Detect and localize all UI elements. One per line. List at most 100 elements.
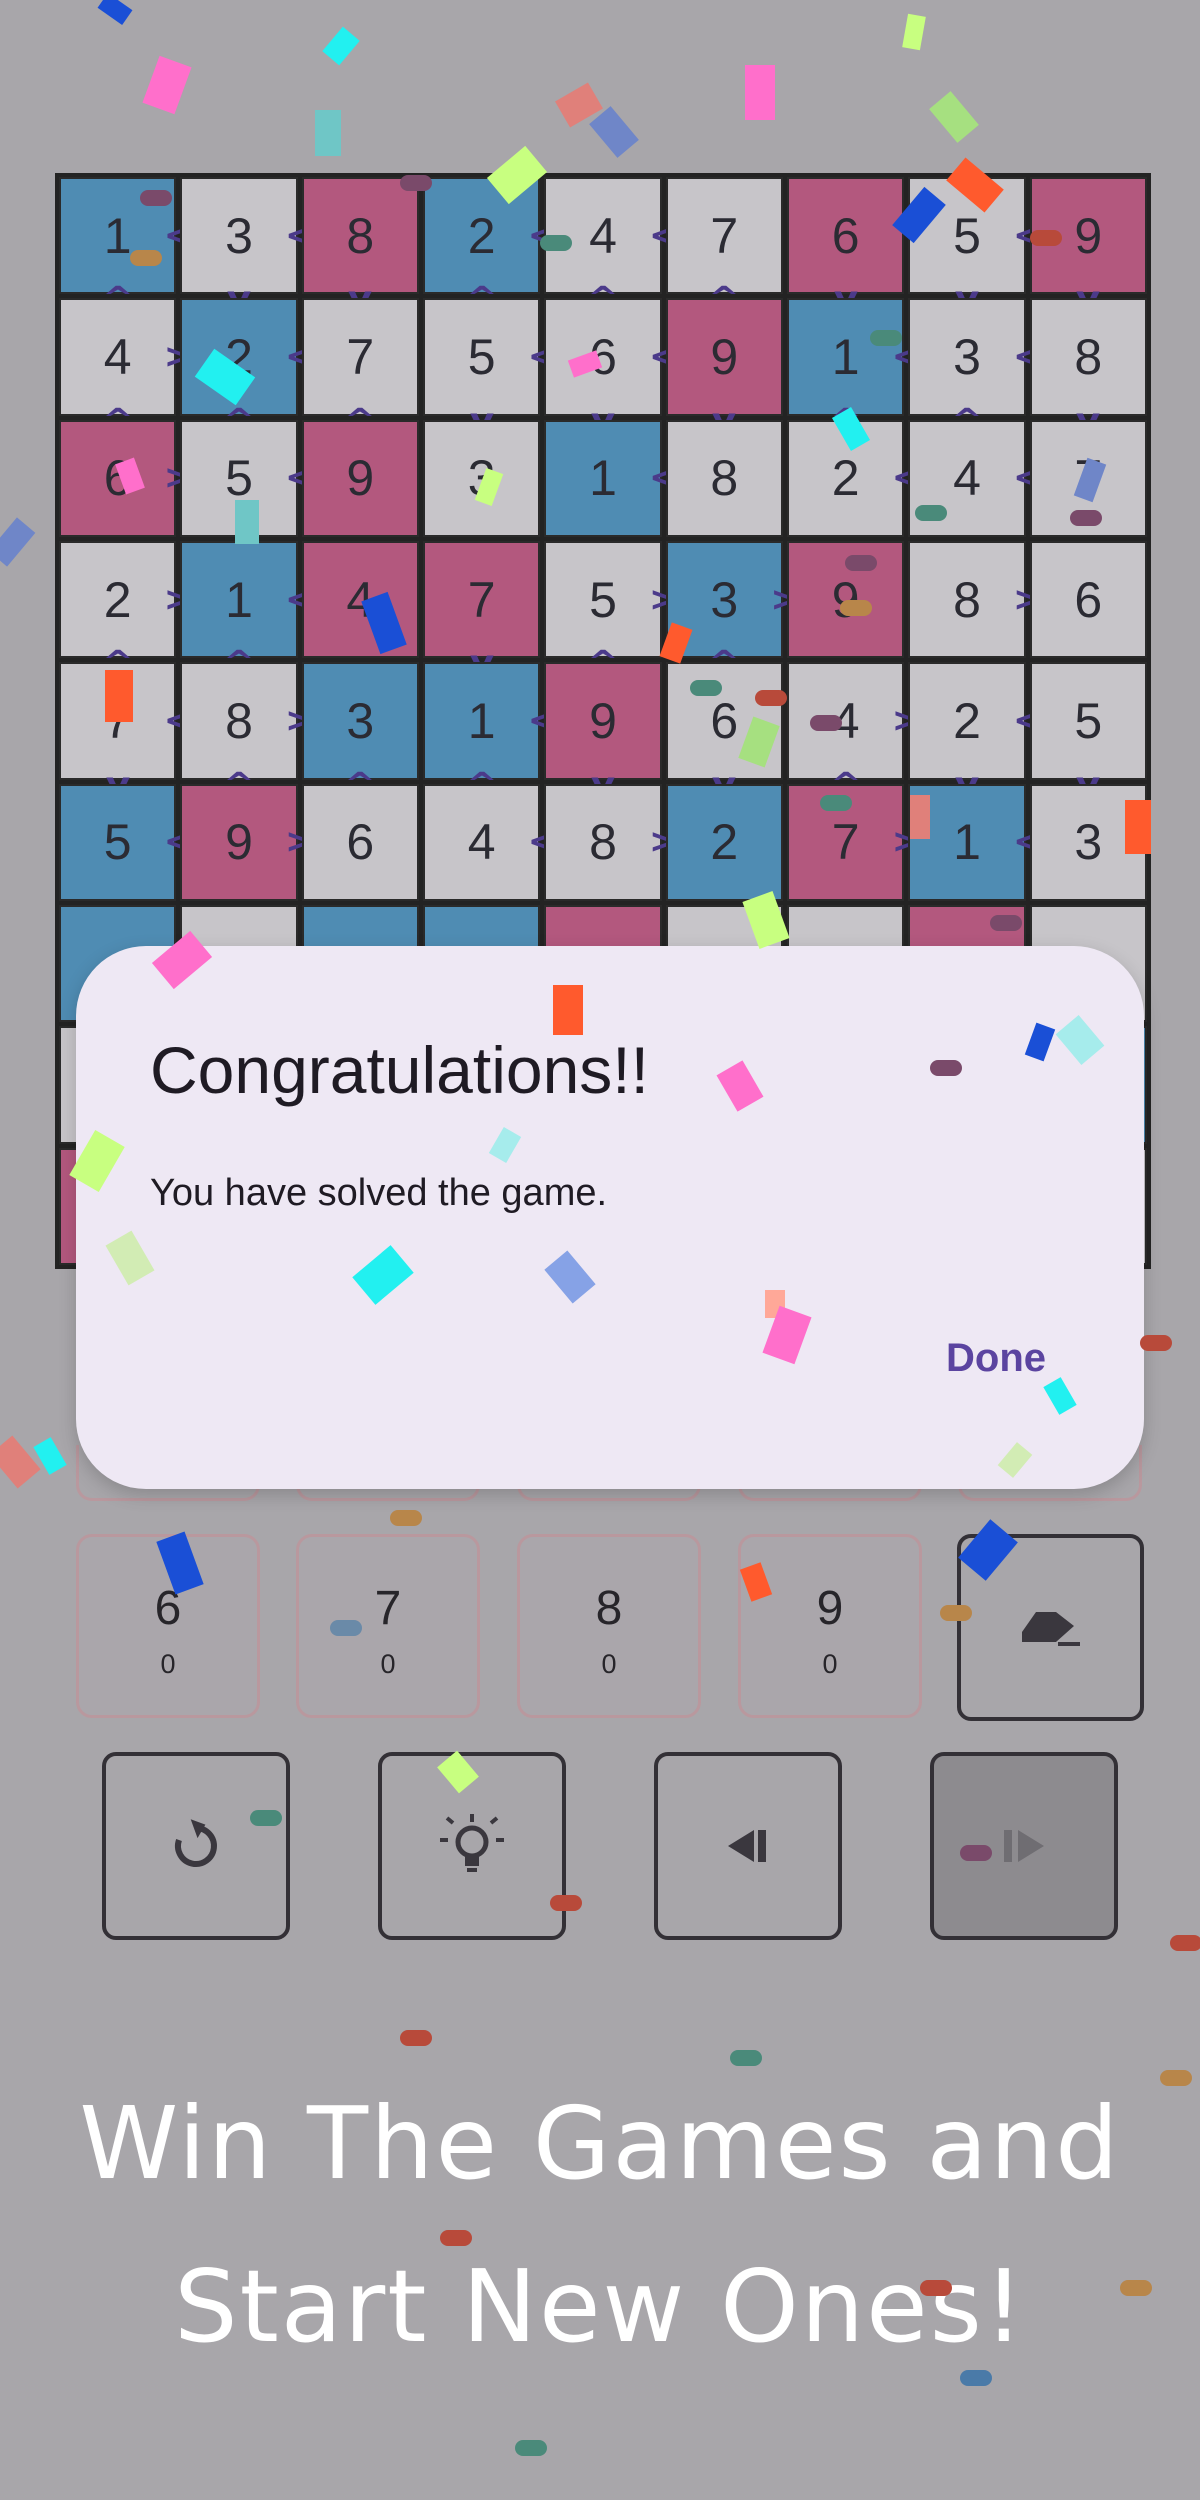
- board-cell[interactable]: 1<^: [423, 662, 556, 799]
- board-cell[interactable]: 8 >: [908, 541, 1042, 659]
- board-cell[interactable]: 4<^: [544, 177, 678, 314]
- board-cell[interactable]: 6v: [787, 177, 905, 314]
- board-cell[interactable]: 6 >: [59, 419, 192, 537]
- cell-value: 6: [831, 207, 860, 264]
- hint-button[interactable]: [378, 1752, 566, 1940]
- confetti-piece: [97, 0, 133, 25]
- cell-value: 6: [1074, 571, 1103, 628]
- board-cell[interactable]: 7<v: [59, 662, 192, 799]
- board-cell[interactable]: 2<^: [180, 298, 314, 435]
- board-cell[interactable]: 5 <: [59, 783, 192, 901]
- restart-button[interactable]: [102, 1752, 290, 1940]
- board-cell[interactable]: 5v: [1029, 662, 1147, 799]
- cell-value: 1: [467, 692, 496, 749]
- number-key-digit: 7: [374, 1582, 402, 1635]
- board-cell[interactable]: 8: [665, 419, 783, 537]
- board-cell[interactable]: 4>^: [787, 662, 920, 799]
- confetti-piece: [555, 82, 603, 128]
- number-key-7[interactable]: 7 0: [296, 1534, 480, 1718]
- redo-icon: [1004, 1830, 1044, 1862]
- board-cell[interactable]: 6v: [665, 662, 783, 799]
- board-cell[interactable]: 2 <: [787, 419, 920, 537]
- cell-value: 8: [589, 814, 617, 871]
- board-cell[interactable]: 8>^: [180, 662, 314, 799]
- confetti-piece: [390, 1510, 422, 1526]
- board-cell[interactable]: 9v: [544, 662, 662, 799]
- board-cell[interactable]: 9: [787, 541, 905, 659]
- board-cell[interactable]: 4 <: [908, 419, 1042, 537]
- number-key-remaining: 0: [380, 1649, 396, 1679]
- board-cell[interactable]: 3: [423, 419, 541, 537]
- board-cell[interactable]: 7 >: [787, 783, 920, 901]
- board-cell[interactable]: 7^: [301, 298, 419, 435]
- board-cell[interactable]: 6: [301, 783, 419, 901]
- board-cell[interactable]: 7^: [665, 177, 783, 314]
- cell-value: 2: [953, 692, 981, 749]
- success-dialog: Congratulations!! You have solved the ga…: [76, 946, 1144, 1489]
- board-cell[interactable]: 4 <: [423, 783, 556, 901]
- cell-value: 5: [103, 814, 132, 871]
- cell-value: 8: [710, 450, 739, 507]
- redo-button[interactable]: [930, 1752, 1118, 1940]
- board-cell[interactable]: 9 >: [180, 783, 314, 901]
- erase-button[interactable]: [957, 1534, 1144, 1721]
- cell-value: 5: [1074, 692, 1103, 749]
- cell-value: 7: [346, 328, 375, 385]
- board-cell[interactable]: 7v: [423, 541, 541, 678]
- board-cell[interactable]: 2: [665, 783, 783, 901]
- board-cell[interactable]: 7: [1029, 419, 1147, 537]
- board-cell[interactable]: 4>^: [59, 298, 192, 435]
- board-cell[interactable]: 5<v: [423, 298, 556, 435]
- cell-value: 4: [467, 814, 496, 871]
- board-cell[interactable]: 5<v: [908, 177, 1042, 314]
- confetti-piece: [589, 106, 639, 158]
- number-key-6[interactable]: 6 0: [76, 1534, 260, 1718]
- board-cell[interactable]: 3<^: [908, 298, 1042, 435]
- dialog-message: You have solved the game.: [150, 1172, 608, 1214]
- cell-value: 3: [346, 692, 375, 749]
- board-cell[interactable]: 3: [1029, 783, 1147, 901]
- cell-value: 1: [953, 814, 981, 871]
- board-cell[interactable]: 5 <: [180, 419, 314, 537]
- cell-value: 2: [103, 571, 132, 628]
- board-cell[interactable]: 8v: [301, 177, 419, 314]
- board-cell[interactable]: 6: [1029, 541, 1147, 659]
- number-key-digit: 6: [154, 1582, 182, 1635]
- cell-value: 6: [710, 692, 739, 749]
- board-cell[interactable]: 5>^: [544, 541, 678, 678]
- board-cell[interactable]: 8 >: [544, 783, 678, 901]
- cell-value: 5: [589, 571, 617, 628]
- board-cell[interactable]: 1<^: [59, 177, 192, 314]
- number-key-9[interactable]: 9 0: [738, 1534, 922, 1718]
- board-cell[interactable]: 1<^: [180, 541, 314, 678]
- board-cell[interactable]: 8v: [1029, 298, 1147, 435]
- cell-value: 3: [225, 207, 253, 264]
- number-key-digit: 8: [595, 1582, 623, 1635]
- board-cell[interactable]: 9v: [1029, 177, 1147, 314]
- cell-value: 4: [831, 692, 860, 749]
- cell-value: 3: [467, 450, 496, 507]
- confetti-piece: [730, 2050, 762, 2066]
- board-cell[interactable]: 3>^: [665, 541, 799, 678]
- board-cell[interactable]: 1<^: [787, 298, 920, 435]
- board-cell[interactable]: 4: [301, 541, 419, 659]
- board-cell[interactable]: 9v: [665, 298, 783, 435]
- board-cell[interactable]: 2<v: [908, 662, 1042, 799]
- board-cell[interactable]: 6<v: [544, 298, 678, 435]
- board-cell[interactable]: 2<^: [423, 177, 556, 314]
- board-cell[interactable]: 3<v: [180, 177, 314, 314]
- cell-value: 6: [346, 814, 375, 871]
- board-cell[interactable]: 9: [301, 419, 419, 537]
- cell-value: 7: [1074, 450, 1103, 507]
- done-button[interactable]: Done: [946, 1336, 1046, 1381]
- cell-value: 1: [225, 571, 253, 628]
- board-cell[interactable]: 3^: [301, 662, 419, 799]
- board-cell[interactable]: 1 <: [908, 783, 1042, 901]
- cell-value: 3: [710, 571, 739, 628]
- number-key-8[interactable]: 8 0: [517, 1534, 701, 1718]
- board-cell[interactable]: 2>^: [59, 541, 192, 678]
- cell-value: 1: [831, 328, 860, 385]
- board-cell[interactable]: 1 <: [544, 419, 678, 537]
- cell-value: 8: [953, 571, 981, 628]
- undo-button[interactable]: [654, 1752, 842, 1940]
